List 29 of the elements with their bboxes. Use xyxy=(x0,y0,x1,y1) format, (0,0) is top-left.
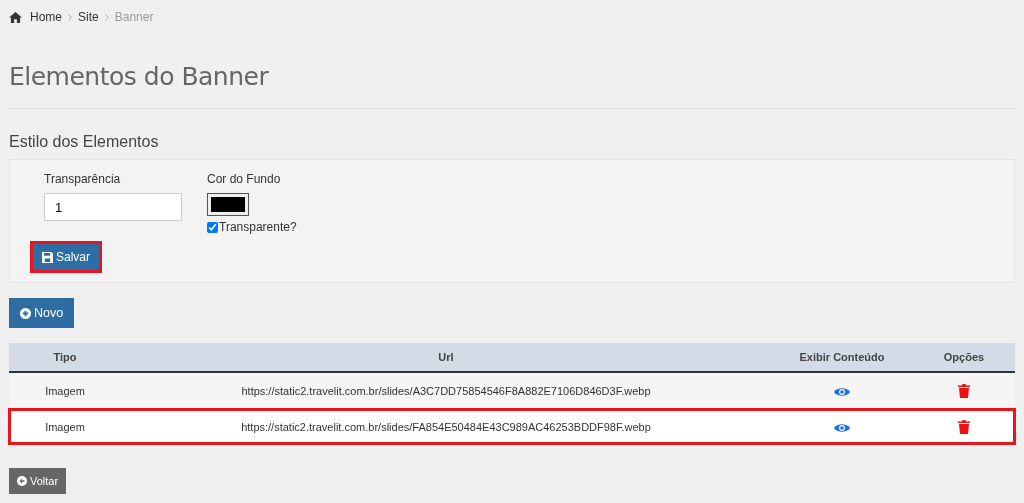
chevron-icon xyxy=(68,13,72,21)
arrow-circle-icon xyxy=(17,476,27,486)
breadcrumb-link[interactable]: Home xyxy=(30,10,62,24)
page-title: Elementos do Banner xyxy=(9,62,270,91)
column-header: Tipo xyxy=(9,343,121,372)
chevron-icon xyxy=(104,13,109,21)
plus-circle-icon xyxy=(20,307,31,319)
transparency-field[interactable]: 1 xyxy=(44,193,182,221)
checkbox-label: Transparente? xyxy=(219,220,297,234)
floppy-icon xyxy=(42,251,53,263)
column-header: Url xyxy=(121,343,771,372)
eye-icon[interactable] xyxy=(834,422,850,433)
save-button[interactable]: Salvar xyxy=(33,244,99,270)
table-cell: Imagem xyxy=(9,408,121,444)
color-picker[interactable] xyxy=(207,193,249,216)
table-cell: https://static2.travelit.com.br/slides/FA854E50484E43C989AC46253BDDF98F.webp xyxy=(121,408,771,444)
eye-icon[interactable] xyxy=(834,386,850,397)
transparent-checkbox[interactable] xyxy=(207,221,218,233)
back-button[interactable]: Voltar xyxy=(9,468,67,494)
column-header: Exibir Conteúdo xyxy=(771,343,913,372)
column-header: Opções xyxy=(913,343,1015,372)
field-label: Transparência xyxy=(44,172,121,186)
field-label: Cor do Fundo xyxy=(207,172,281,186)
trash-icon[interactable] xyxy=(958,419,970,434)
home-icon[interactable] xyxy=(9,11,22,23)
breadcrumb-link[interactable]: Site xyxy=(78,10,99,24)
new-button[interactable]: Novo xyxy=(9,298,75,328)
section-title: Estilo dos Elementos xyxy=(9,133,160,151)
trash-icon[interactable] xyxy=(958,383,970,398)
